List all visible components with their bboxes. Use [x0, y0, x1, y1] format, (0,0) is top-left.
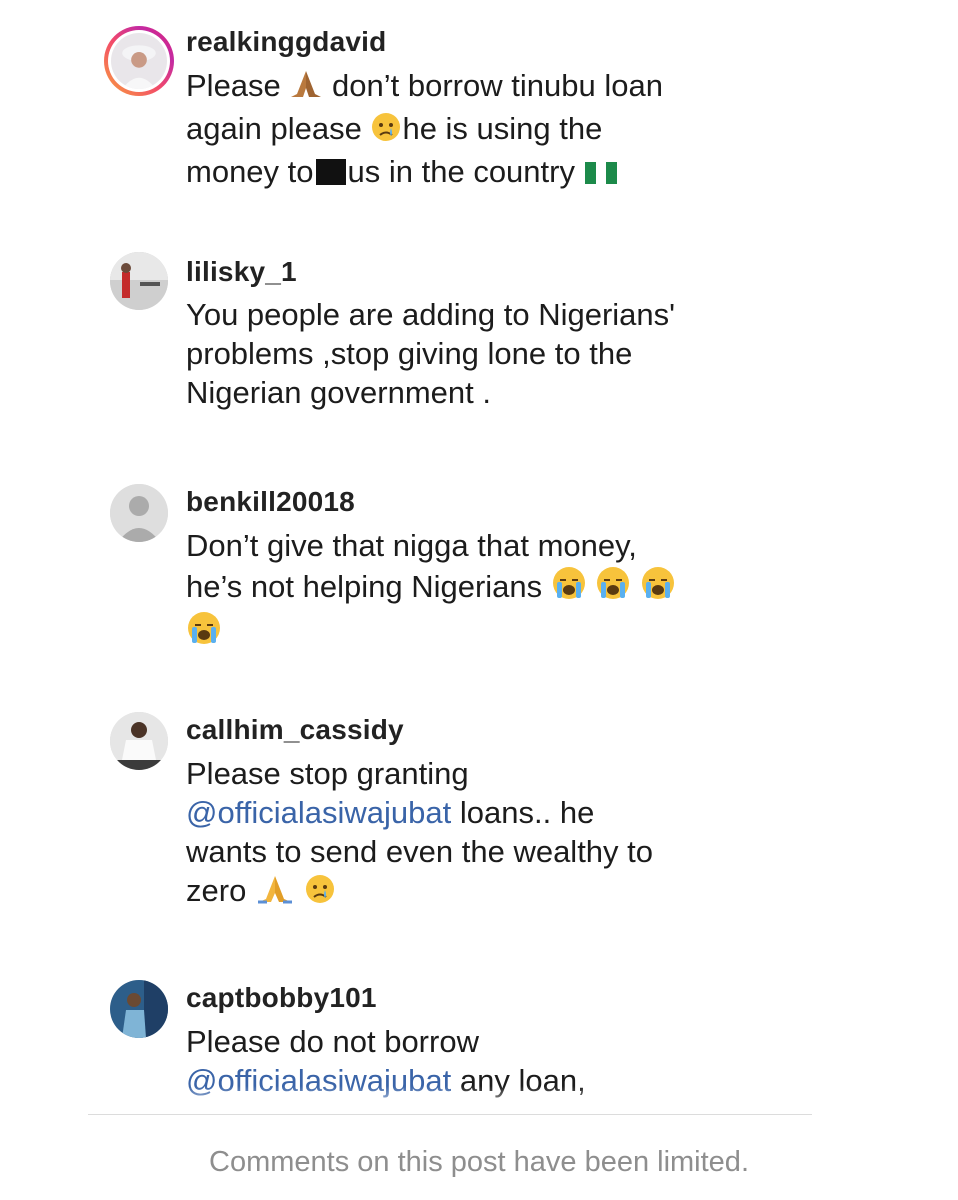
avatar-photo [111, 33, 167, 89]
mention-link[interactable]: @officialasiwajubat [186, 795, 451, 830]
loudly-crying-face-icon [186, 610, 222, 655]
comment-text: You people are adding to Nigerians' prob… [186, 297, 676, 410]
loudly-crying-face-icon [595, 565, 631, 610]
nigeria-flag-icon [584, 156, 618, 195]
crying-face-icon [304, 873, 336, 914]
redaction-block [315, 159, 346, 185]
divider [88, 1114, 812, 1115]
comment-username[interactable]: captbobby101 [186, 982, 377, 1014]
comment-username[interactable]: lilisky_1 [186, 256, 297, 288]
comment-text: Please don’t borrow tinubu loan again pl… [186, 66, 746, 195]
loudly-crying-face-icon [551, 565, 587, 610]
comment-text: Don’t give that nigga that money, he’s n… [186, 526, 746, 655]
folded-hands-icon [289, 68, 323, 109]
comment-text: Please stop granting @officialasiwajubat… [186, 754, 746, 914]
comment-username[interactable]: benkill20018 [186, 486, 355, 518]
crying-face-icon [370, 111, 402, 152]
avatar[interactable] [110, 980, 168, 1038]
scroll-fade [0, 1086, 958, 1114]
loudly-crying-face-icon [640, 565, 676, 610]
comments-limited-notice: Comments on this post have been limited. [209, 1146, 749, 1178]
folded-hands-icon [255, 873, 295, 914]
comments-list: realkinggdavid Please don’t borrow tinub… [0, 0, 958, 1114]
avatar[interactable] [104, 26, 174, 96]
avatar[interactable] [110, 712, 168, 770]
comment-username[interactable]: callhim_cassidy [186, 714, 404, 746]
avatar[interactable] [110, 252, 168, 310]
comment-username[interactable]: realkinggdavid [186, 26, 386, 58]
avatar[interactable] [110, 484, 168, 542]
